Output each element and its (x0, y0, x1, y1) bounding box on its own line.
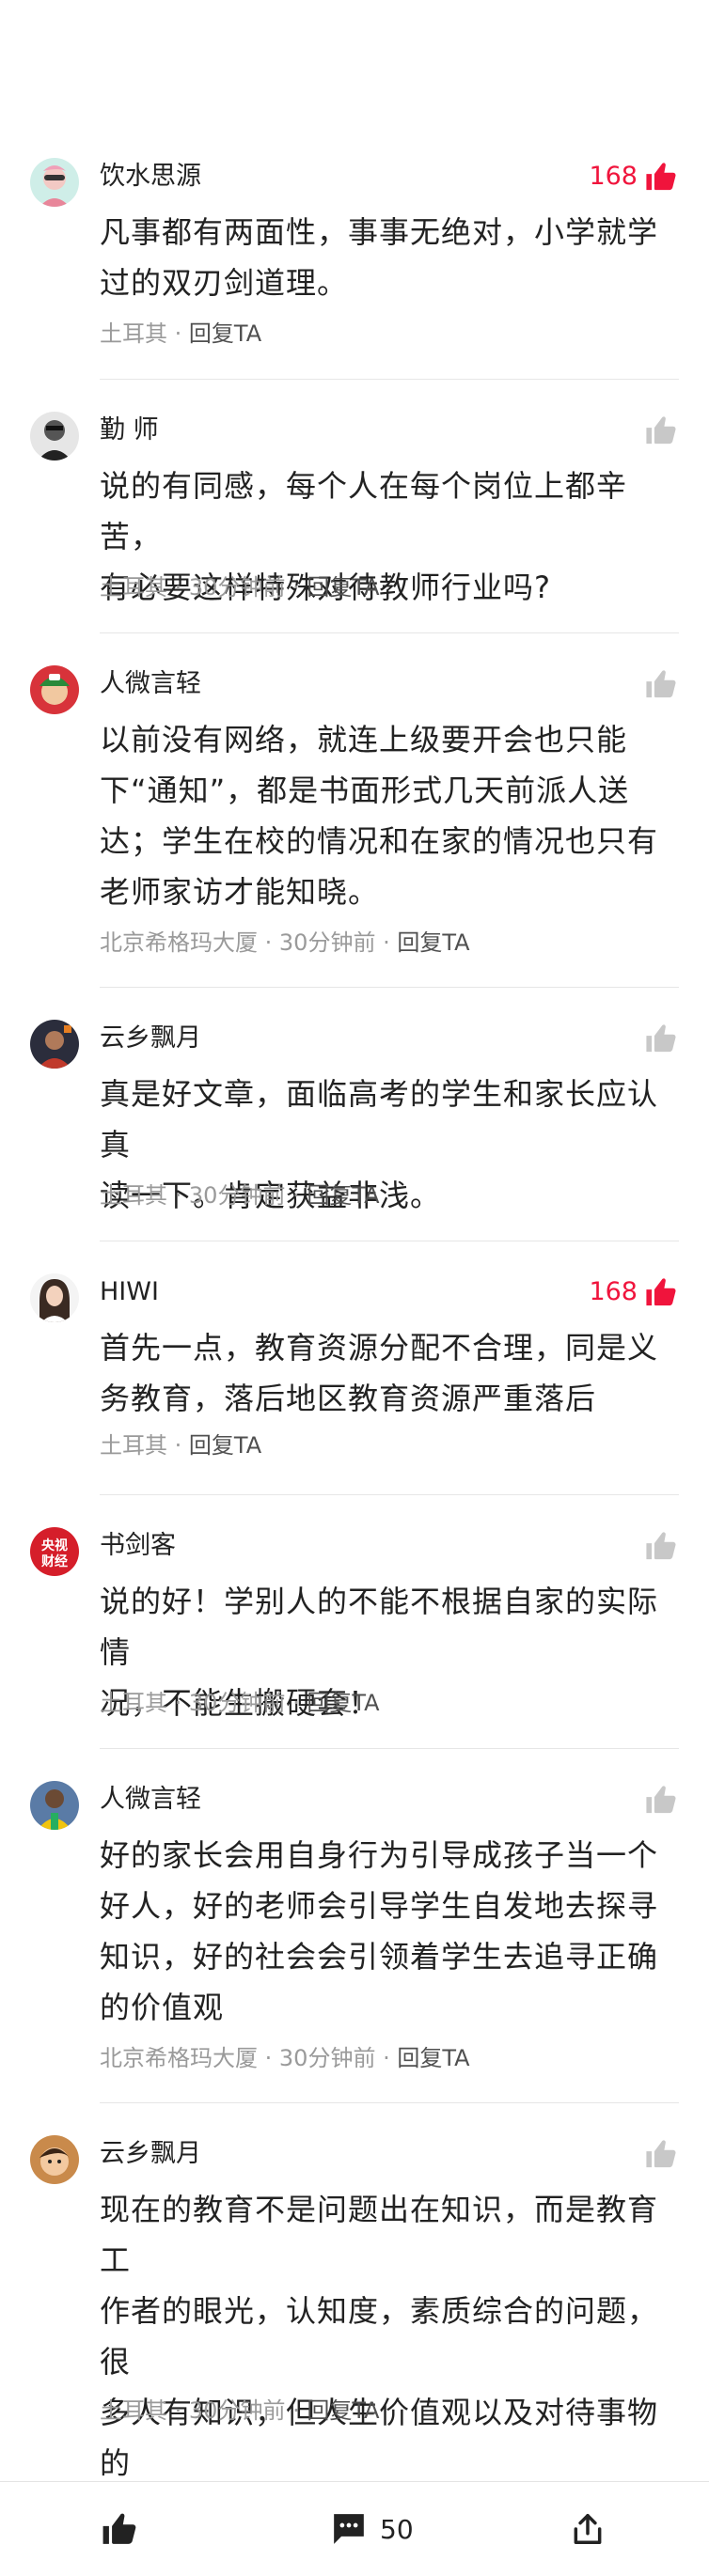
comment-meta: 土耳其 · 30分钟前 · 回复TA (100, 1687, 380, 1719)
comment-divider (100, 632, 679, 633)
comment-time: 30分钟前 (188, 2397, 286, 2424)
meta-separator: · (383, 2045, 398, 2071)
thumbs-up-icon (646, 1024, 676, 1053)
avatar[interactable] (30, 1273, 79, 1322)
comment-divider (100, 987, 679, 988)
like-button[interactable] (638, 2137, 677, 2171)
comment-text: 以前没有网络，就连上级要开会也只能 下“通知”，都是书面形式几天前派人送 达；学… (100, 722, 659, 910)
comment-time: 30分钟前 (188, 1182, 286, 1209)
reply-button[interactable]: 回复TA (307, 574, 379, 601)
reply-button[interactable]: 回复TA (397, 2045, 469, 2071)
comment-divider (100, 1494, 679, 1495)
avatar-label-top: 央视 (41, 1538, 68, 1553)
thumbs-up-icon (646, 416, 676, 445)
comment-author[interactable]: 勤 师 (100, 414, 159, 447)
like-button[interactable] (638, 1022, 677, 1055)
like-article-button[interactable] (102, 2503, 137, 2555)
avatar[interactable] (30, 2135, 79, 2184)
comment-bubble-icon (334, 2514, 364, 2544)
comment-meta: 土耳其 · 回复TA (100, 318, 261, 350)
comment-author[interactable]: 人微言轻 (100, 667, 201, 701)
comment-divider (100, 2102, 679, 2103)
meta-separator: · (174, 2397, 189, 2424)
comment-text: 凡事都有两面性，事事无绝对，小学就学 过的双刃剑道理。 (100, 214, 659, 301)
comment-author[interactable]: 书剑客 (100, 1529, 176, 1563)
meta-separator: · (174, 1690, 189, 1716)
comment-author[interactable]: 饮水思源 (100, 160, 201, 194)
comment-author[interactable]: 云乡飘月 (100, 1022, 201, 1055)
like-count: 168 (589, 1277, 638, 1306)
share-icon (574, 2514, 602, 2544)
meta-separator: · (292, 574, 307, 601)
like-button[interactable] (638, 1529, 677, 1563)
like-button[interactable]: 168 (589, 160, 677, 194)
thumbs-up-icon (102, 2513, 136, 2544)
avatar[interactable] (30, 412, 79, 461)
comment-button[interactable]: 50 (331, 2503, 414, 2555)
meta-separator: · (174, 1182, 189, 1209)
thumbs-up-icon (646, 1532, 676, 1560)
comment-location: 北京希格玛大厦 (100, 929, 258, 956)
thumbs-up-icon (646, 1278, 676, 1306)
comment-meta: 土耳其 · 30分钟前 · 回复TA (100, 571, 380, 603)
meta-separator: · (174, 320, 189, 347)
comment-author[interactable]: HIWI (100, 1275, 159, 1309)
meta-separator: · (292, 1182, 307, 1209)
meta-separator: · (292, 2397, 307, 2424)
comment-location: 土耳其 (100, 1182, 167, 1209)
comment-meta: 土耳其 · 30分钟前 · 回复TA (100, 2395, 380, 2427)
avatar[interactable]: 央视 财经 (30, 1527, 79, 1576)
comment-author[interactable]: 人微言轻 (100, 1783, 201, 1817)
comment-location: 土耳其 (100, 320, 167, 347)
comment-divider (100, 379, 679, 380)
comment-text: 首先一点，教育资源分配不合理，同是义 务教育，落后地区教育资源严重落后 (100, 1330, 659, 1416)
comment-time: 30分钟前 (278, 2045, 376, 2071)
thumbs-up-icon (646, 163, 676, 191)
meta-separator: · (264, 929, 279, 956)
reply-button[interactable]: 回复TA (307, 2397, 379, 2424)
meta-separator: · (174, 574, 189, 601)
comment-time: 30分钟前 (188, 1690, 286, 1716)
comment-count: 50 (380, 2513, 414, 2545)
avatar[interactable] (30, 1020, 79, 1069)
thumbs-up-icon (646, 1786, 676, 1814)
bottom-action-bar: 50 (0, 2481, 709, 2576)
reply-button[interactable]: 回复TA (397, 929, 469, 956)
meta-separator: · (292, 1690, 307, 1716)
comment-meta: 北京希格玛大厦 · 30分钟前 · 回复TA (100, 2042, 470, 2074)
like-button[interactable] (638, 1783, 677, 1817)
like-button[interactable]: 168 (589, 1275, 677, 1309)
like-button[interactable] (638, 667, 677, 701)
avatar-label-bottom: 财经 (40, 1553, 68, 1569)
comment-author[interactable]: 云乡飘月 (100, 2137, 201, 2171)
comment-divider (100, 1748, 679, 1749)
meta-separator: · (264, 2045, 279, 2071)
comment-time: 30分钟前 (188, 574, 286, 601)
avatar[interactable] (30, 158, 79, 207)
comment-location: 土耳其 (100, 1690, 167, 1716)
comment-location: 北京希格玛大厦 (100, 2045, 258, 2071)
share-button[interactable] (570, 2503, 606, 2555)
thumbs-up-icon (646, 670, 676, 698)
reply-button[interactable]: 回复TA (307, 1690, 379, 1716)
comment-meta: 土耳其 · 回复TA (100, 1429, 261, 1461)
reply-button[interactable]: 回复TA (189, 320, 261, 347)
comment-location: 土耳其 (100, 2397, 167, 2424)
reply-button[interactable]: 回复TA (307, 1182, 379, 1209)
like-button[interactable] (638, 414, 677, 447)
comment-time: 30分钟前 (278, 929, 376, 956)
thumbs-up-icon (646, 2140, 676, 2168)
like-count: 168 (589, 162, 638, 191)
meta-separator: · (174, 1432, 189, 1459)
comment-meta: 北京希格玛大厦 · 30分钟前 · 回复TA (100, 927, 470, 959)
avatar[interactable] (30, 1781, 79, 1830)
avatar[interactable] (30, 665, 79, 714)
meta-separator: · (383, 929, 398, 956)
comment-location: 土耳其 (100, 574, 167, 601)
comment-location: 土耳其 (100, 1432, 167, 1459)
reply-button[interactable]: 回复TA (189, 1432, 261, 1459)
comment-meta: 土耳其 · 30分钟前 · 回复TA (100, 1179, 380, 1211)
comment-text: 好的家长会用自身行为引导成孩子当一个 好人，好的老师会引导学生自发地去探寻 知识… (100, 1837, 659, 2025)
